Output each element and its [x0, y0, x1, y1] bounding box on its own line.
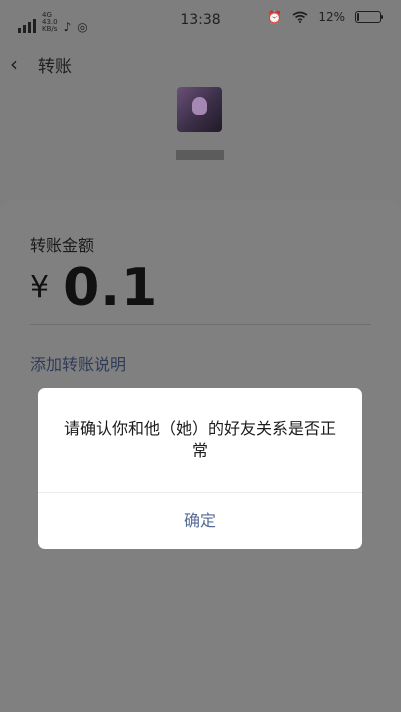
amount-label: 转账金额 — [30, 236, 95, 255]
confirm-dialog: 请确认你和他（她）的好友关系是否正常 确定 — [38, 388, 362, 549]
wifi-icon — [292, 11, 308, 23]
currency-symbol: ¥ — [30, 270, 50, 305]
chevron-left-icon[interactable]: ‹ — [10, 54, 18, 74]
status-bar: 4G 43.0 KB/s ♪ ◎ 13:38 ⏰ 12% — [0, 0, 401, 40]
dialog-message: 请确认你和他（她）的好友关系是否正常 — [63, 419, 336, 460]
amount-divider — [30, 324, 371, 325]
add-note-link[interactable]: 添加转账说明 — [30, 351, 126, 375]
alarm-icon: ⏰ — [267, 10, 283, 24]
amount-row[interactable]: ¥ 0.1 — [30, 262, 158, 314]
avatar — [177, 87, 222, 132]
payee-name-redacted — [176, 150, 224, 160]
header: ‹ 转账 — [0, 44, 401, 84]
status-right: ⏰ 12% — [267, 10, 383, 24]
battery-icon — [355, 11, 383, 23]
confirm-button[interactable]: 确定 — [38, 493, 362, 549]
amount-value[interactable]: 0.1 — [63, 262, 158, 314]
page-title: 转账 — [38, 57, 72, 77]
battery-percent: 12% — [318, 10, 345, 24]
